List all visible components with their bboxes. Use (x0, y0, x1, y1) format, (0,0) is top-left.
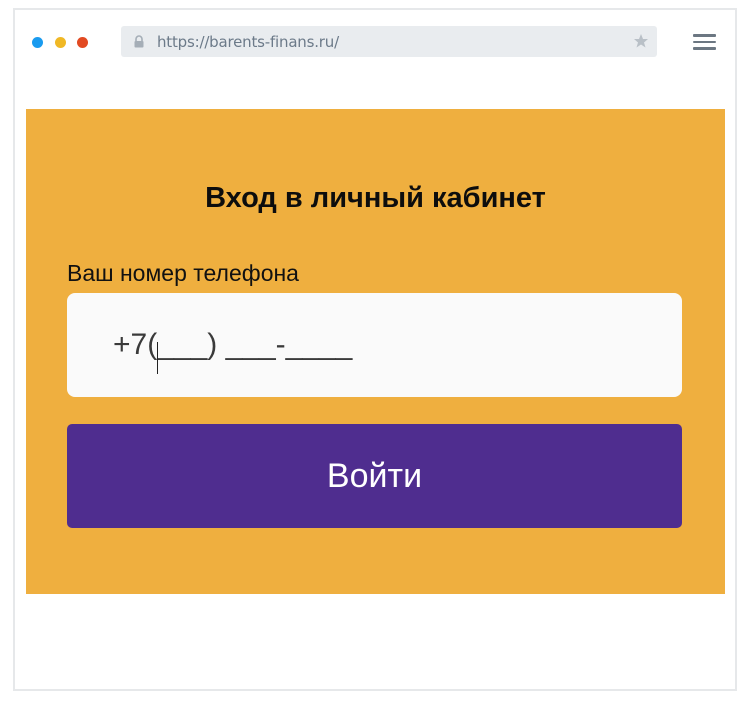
phone-input[interactable] (67, 293, 682, 397)
login-panel: Вход в личный кабинет Ваш номер телефона… (26, 109, 725, 594)
lock-icon (134, 35, 144, 48)
url-text[interactable]: https://barents-finans.ru/ (157, 33, 339, 51)
phone-label: Ваш номер телефона (67, 260, 299, 286)
window-dot-red[interactable] (77, 37, 88, 48)
browser-window: https://barents-finans.ru/ Вход в личный… (13, 8, 737, 691)
text-caret (157, 342, 158, 374)
window-dot-blue[interactable] (32, 37, 43, 48)
hamburger-menu-icon[interactable] (693, 34, 717, 52)
login-title: Вход в личный кабинет (205, 182, 546, 214)
window-dot-yellow[interactable] (55, 37, 66, 48)
address-bar[interactable]: https://barents-finans.ru/ (121, 26, 657, 57)
star-icon[interactable] (633, 33, 649, 49)
login-button[interactable]: Войти (67, 424, 682, 528)
